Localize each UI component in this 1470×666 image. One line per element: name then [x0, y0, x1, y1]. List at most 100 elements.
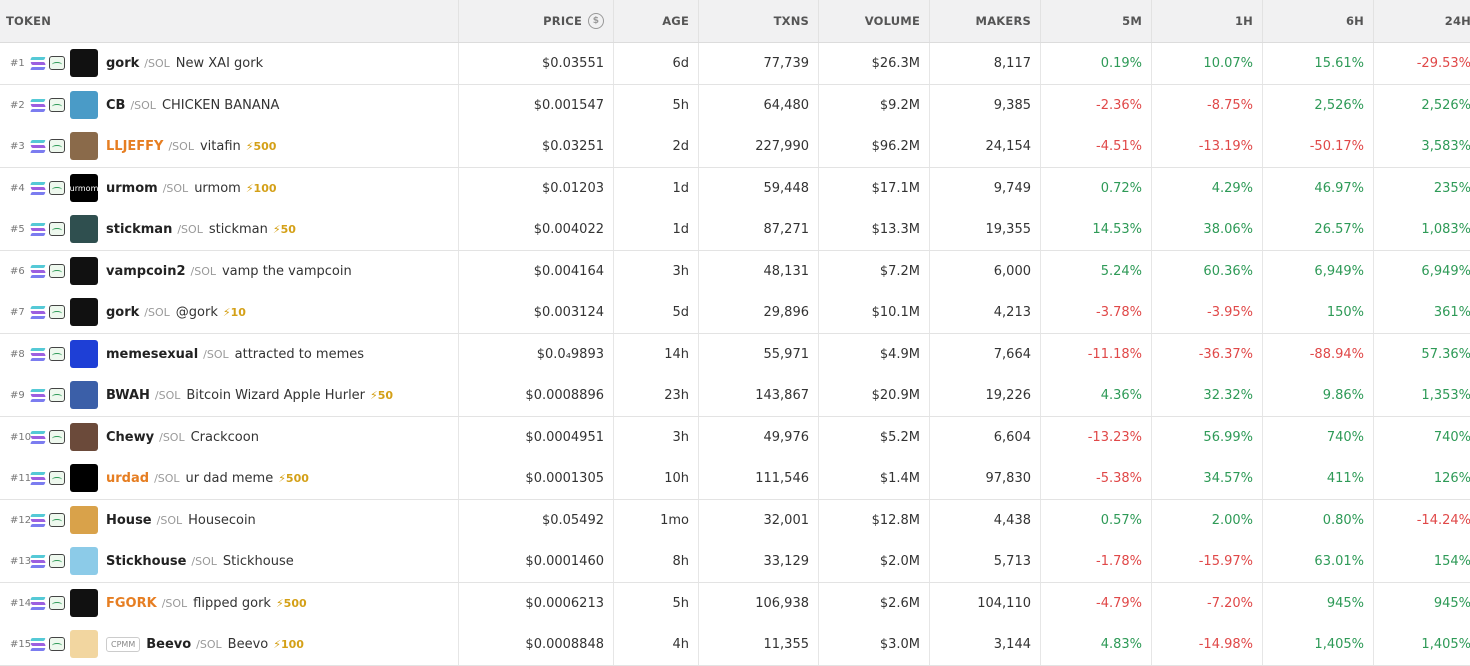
change-5m-cell: -1.78% [1041, 541, 1152, 582]
column-header-token[interactable]: TOKEN [0, 0, 459, 42]
column-header-volume[interactable]: VOLUME [819, 0, 930, 42]
token-cell[interactable]: #13 Stickhouse/SOL Stickhouse [0, 541, 459, 582]
table-row[interactable]: #12 House/SOL Housecoin $0.05492 1mo 32,001 $1… [0, 499, 1470, 541]
dex-platform-icon [49, 264, 65, 279]
makers-cell: 9,385 [930, 84, 1041, 126]
token-avatar [70, 381, 98, 410]
change-24h-cell: 1,405% [1421, 636, 1470, 652]
column-header-6h[interactable]: 6H [1263, 0, 1374, 42]
column-header-24h[interactable]: 24H [1374, 0, 1470, 42]
solana-chain-icon [30, 431, 46, 444]
change-5m-cell: -4.79% [1041, 582, 1152, 624]
token-cell[interactable]: #11 urdad/SOL ur dad meme ⚡500 [0, 458, 459, 499]
quote-token: /SOL [144, 56, 170, 70]
txns-cell: 77,739 [699, 43, 819, 84]
age-cell: 14h [614, 333, 699, 375]
change-5m-cell: 4.83% [1041, 624, 1152, 665]
volume-cell: $96.2M [819, 126, 930, 167]
column-header-1h[interactable]: 1H [1152, 0, 1263, 42]
column-header-5m[interactable]: 5M [1041, 0, 1152, 42]
change-5m-cell: 0.72% [1041, 167, 1152, 209]
token-cell[interactable]: #9 BWAH/SOL Bitcoin Wizard Apple Hurler ⚡50 [0, 375, 459, 416]
token-name: vamp the vampcoin [221, 263, 352, 279]
table-row[interactable]: #1 gork/SOL New XAI gork $0.03551 6d 77,739 $2… [0, 43, 1470, 85]
rank-number: #9 [10, 389, 25, 401]
change-5m-cell: -13.23% [1041, 416, 1152, 458]
table-row[interactable]: #6 vampcoin2/SOL vamp the vampcoin $0.00416… [0, 250, 1470, 292]
solana-chain-icon [30, 597, 46, 610]
solana-chain-icon [30, 389, 46, 402]
boost-badge: ⚡100 [273, 637, 304, 651]
table-row[interactable]: #5 stickman/SOL stickman ⚡50 $0.004022 1d 87,2… [0, 209, 1470, 251]
token-cell[interactable]: #1 gork/SOL New XAI gork [0, 43, 459, 84]
rank-number: #12 [10, 514, 32, 526]
dex-platform-icon [49, 471, 65, 486]
change-24h-cell: -29.53% [1416, 55, 1470, 71]
age-cell: 5h [614, 84, 699, 126]
token-table: TOKEN PRICE $ AGE TXNS VOLUME MAKERS 5M … [0, 0, 1470, 666]
volume-cell: $20.9M [819, 375, 930, 416]
table-row[interactable]: #13 Stickhouse/SOL Stickhouse $0.0001460 8h 3… [0, 541, 1470, 583]
currency-toggle-icon[interactable]: $ [588, 13, 604, 29]
table-row[interactable]: #3 LLJEFFY/SOL vitafin ⚡500 $0.03251 2d 227,99… [0, 126, 1470, 168]
token-cell[interactable]: #8 memesexual/SOL attracted to memes [0, 333, 459, 375]
solana-chain-icon [30, 638, 46, 651]
boost-badge: ⚡50 [370, 388, 394, 402]
makers-cell: 9,749 [930, 167, 1041, 209]
column-header-makers[interactable]: MAKERS [930, 0, 1041, 42]
table-row[interactable]: #11 urdad/SOL ur dad meme ⚡500 $0.0001305 10h… [0, 458, 1470, 500]
volume-cell: $5.2M [819, 416, 930, 458]
txns-cell: 111,546 [699, 458, 819, 499]
cpmm-badge: CPMM [106, 636, 141, 652]
token-symbol: LLJEFFY [106, 138, 164, 154]
change-6h-cell: 2,526% [1263, 84, 1374, 126]
age-cell: 6d [614, 43, 699, 84]
txns-cell: 59,448 [699, 167, 819, 209]
txns-cell: 49,976 [699, 416, 819, 458]
price-cell: $0.03551 [459, 43, 614, 84]
column-header-txns[interactable]: TXNS [699, 0, 819, 42]
solana-chain-icon [30, 140, 46, 153]
table-row[interactable]: #2 CB/SOL CHICKEN BANANA $0.001547 5h 64,480 $… [0, 84, 1470, 126]
dex-platform-icon [49, 554, 65, 569]
token-avatar [70, 91, 98, 120]
price-cell: $0.0008896 [459, 375, 614, 416]
column-header-price[interactable]: PRICE $ [459, 0, 614, 42]
age-cell: 3h [614, 416, 699, 458]
token-cell[interactable]: #12 House/SOL Housecoin [0, 499, 459, 541]
table-row[interactable]: #14 FGORK/SOL flipped gork ⚡500 $0.0006213 5h… [0, 582, 1470, 624]
txns-cell: 64,480 [699, 84, 819, 126]
volume-cell: $9.2M [819, 84, 930, 126]
boost-badge: ⚡500 [245, 139, 277, 153]
makers-cell: 4,213 [930, 292, 1041, 333]
token-symbol: urdad [106, 470, 150, 486]
token-name: ur dad meme [185, 470, 274, 486]
token-cell[interactable]: #2 CB/SOL CHICKEN BANANA [0, 84, 459, 126]
column-header-age[interactable]: AGE [614, 0, 699, 42]
table-row[interactable]: #7 gork/SOL @gork ⚡10 $0.003124 5d 29,896 $10.1… [0, 292, 1470, 334]
token-cell[interactable]: #4 urmom urmom/SOL urmom ⚡100 [0, 167, 459, 209]
token-cell[interactable]: #6 vampcoin2/SOL vamp the vampcoin [0, 250, 459, 292]
volume-cell: $13.3M [819, 209, 930, 250]
table-row[interactable]: #10 Chewy/SOL Crackcoon $0.0004951 3h 49,976 $… [0, 416, 1470, 458]
quote-token: /SOL [156, 513, 183, 527]
table-row[interactable]: #15 CPMM Beevo/SOL Beevo ⚡100 $0.0008848 4h 11,… [0, 624, 1470, 666]
token-cell[interactable]: #10 Chewy/SOL Crackcoon [0, 416, 459, 458]
token-symbol: Stickhouse [106, 553, 187, 569]
token-cell[interactable]: #3 LLJEFFY/SOL vitafin ⚡500 [0, 126, 459, 167]
table-row[interactable]: #4 urmom urmom/SOL urmom ⚡100 $0.01203 1d 59,44… [0, 167, 1470, 209]
change-1h-cell: 60.36% [1152, 250, 1263, 292]
change-6h-cell: 0.80% [1263, 499, 1374, 541]
token-name: flipped gork [193, 595, 271, 611]
token-symbol: urmom [106, 180, 158, 196]
change-1h-cell: -8.75% [1152, 84, 1263, 126]
token-cell[interactable]: #5 stickman/SOL stickman ⚡50 [0, 209, 459, 250]
token-cell[interactable]: #14 FGORK/SOL flipped gork ⚡500 [0, 582, 459, 624]
solana-chain-icon [30, 223, 46, 236]
change-24h-cell: -14.24% [1416, 512, 1470, 528]
token-cell[interactable]: #15 CPMM Beevo/SOL Beevo ⚡100 [0, 624, 459, 665]
token-cell[interactable]: #7 gork/SOL @gork ⚡10 [0, 292, 459, 333]
table-row[interactable]: #9 BWAH/SOL Bitcoin Wizard Apple Hurler ⚡50… [0, 375, 1470, 417]
table-row[interactable]: #8 memesexual/SOL attracted to memes $0.0₄9… [0, 333, 1470, 375]
change-1h-cell: 34.57% [1152, 458, 1263, 499]
